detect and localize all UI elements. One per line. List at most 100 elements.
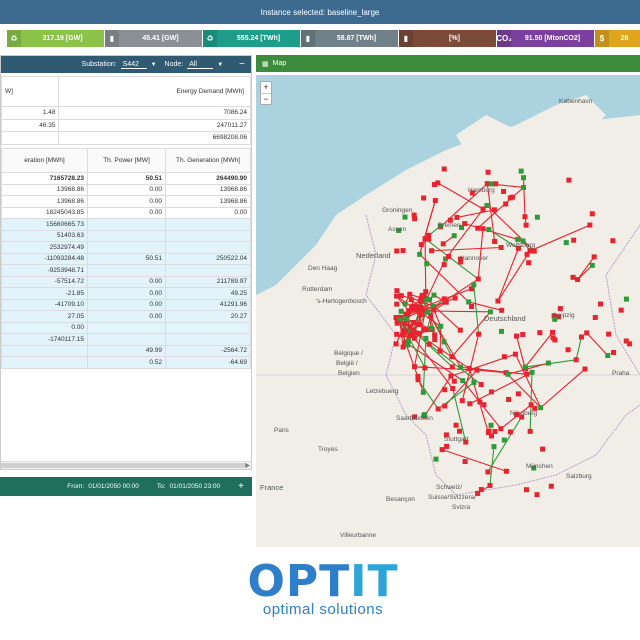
substation-node[interactable] xyxy=(448,373,454,379)
substation-node[interactable] xyxy=(537,330,543,336)
substation-node[interactable] xyxy=(591,254,597,260)
substation-node[interactable] xyxy=(438,323,444,329)
substation-node[interactable] xyxy=(408,332,414,338)
substation-node[interactable] xyxy=(446,253,452,259)
substation-node[interactable] xyxy=(440,241,446,247)
table-row[interactable]: 2532974.49 xyxy=(1,241,251,254)
substation-node[interactable] xyxy=(442,387,448,393)
substation-node[interactable] xyxy=(475,225,481,231)
substation-node[interactable] xyxy=(548,483,554,489)
substation-node[interactable] xyxy=(566,177,572,183)
substation-node[interactable] xyxy=(415,377,421,383)
substation-node[interactable] xyxy=(492,429,498,435)
substation-node[interactable] xyxy=(505,371,511,377)
substation-node[interactable] xyxy=(417,298,423,304)
substation-node[interactable] xyxy=(485,469,491,475)
substation-node[interactable] xyxy=(610,238,616,244)
substation-node[interactable] xyxy=(402,214,408,220)
substation-node[interactable] xyxy=(420,307,426,313)
substation-node[interactable] xyxy=(571,237,577,243)
substation-node[interactable] xyxy=(417,251,423,257)
substation-node[interactable] xyxy=(522,364,528,370)
substation-node[interactable] xyxy=(623,338,629,344)
substation-node[interactable] xyxy=(606,331,612,337)
substation-node[interactable] xyxy=(557,306,563,312)
substation-node[interactable] xyxy=(398,308,404,314)
substation-node[interactable] xyxy=(428,325,434,331)
substation-node[interactable] xyxy=(521,175,527,181)
substation-node[interactable] xyxy=(550,329,556,335)
substation-node[interactable] xyxy=(393,341,399,347)
node-select[interactable]: All xyxy=(187,61,214,69)
substation-node[interactable] xyxy=(474,367,480,373)
substation-node[interactable] xyxy=(427,297,433,303)
substation-select[interactable]: S442 xyxy=(120,61,147,69)
substation-node[interactable] xyxy=(402,301,408,307)
table-row[interactable]: 0.52 -64.69 xyxy=(1,356,251,369)
substation-node[interactable] xyxy=(518,168,524,174)
substation-node[interactable] xyxy=(491,444,497,450)
substation-node[interactable] xyxy=(570,274,576,280)
substation-node[interactable] xyxy=(421,195,427,201)
substation-node[interactable] xyxy=(457,327,463,333)
substation-node[interactable] xyxy=(498,328,504,334)
substation-node[interactable] xyxy=(421,293,427,299)
substation-node[interactable] xyxy=(538,405,544,411)
substation-node[interactable] xyxy=(462,221,468,227)
substation-node[interactable] xyxy=(402,320,408,326)
substation-node[interactable] xyxy=(422,365,428,371)
substation-node[interactable] xyxy=(527,248,533,254)
substation-node[interactable] xyxy=(522,214,528,220)
substation-node[interactable] xyxy=(422,236,428,242)
substation-node[interactable] xyxy=(449,364,455,370)
table-row[interactable]: 0.00 xyxy=(1,321,251,334)
substation-node[interactable] xyxy=(529,369,535,375)
substation-node[interactable] xyxy=(534,214,540,220)
substation-node[interactable] xyxy=(480,226,486,232)
chevron-down-icon[interactable]: ▼ xyxy=(151,62,157,68)
substation-node[interactable] xyxy=(526,260,532,266)
column-header[interactable]: Th. Generation [MWh] xyxy=(165,148,251,173)
column-header[interactable]: Th. Power [MW] xyxy=(87,148,166,173)
substation-node[interactable] xyxy=(592,314,598,320)
table-row[interactable]: -21.85 0.00 49.25 xyxy=(1,287,251,300)
table-row[interactable]: 51403.63 xyxy=(1,229,251,242)
substation-node[interactable] xyxy=(598,301,604,307)
substation-node[interactable] xyxy=(480,206,486,212)
substation-node[interactable] xyxy=(471,282,477,288)
substation-node[interactable] xyxy=(527,428,533,434)
substation-node[interactable] xyxy=(462,459,468,465)
substation-node[interactable] xyxy=(475,276,481,282)
substation-node[interactable] xyxy=(460,378,466,384)
substation-node[interactable] xyxy=(493,181,499,187)
substation-node[interactable] xyxy=(424,261,430,267)
substation-node[interactable] xyxy=(431,307,437,313)
substation-node[interactable] xyxy=(407,324,413,330)
substation-node[interactable] xyxy=(485,169,491,175)
substation-node[interactable] xyxy=(420,389,426,395)
substation-node[interactable] xyxy=(498,244,504,250)
column-header[interactable]: Energy Demand [MWh] xyxy=(58,76,251,107)
substation-node[interactable] xyxy=(501,354,507,360)
substation-node[interactable] xyxy=(540,446,546,452)
substation-node[interactable] xyxy=(524,371,530,377)
substation-node[interactable] xyxy=(416,322,422,328)
substation-node[interactable] xyxy=(421,327,427,333)
substation-node[interactable] xyxy=(418,312,424,318)
substation-node[interactable] xyxy=(477,399,483,405)
substation-node[interactable] xyxy=(487,482,493,488)
substation-node[interactable] xyxy=(503,201,509,207)
substation-node[interactable] xyxy=(444,443,450,449)
minimize-icon[interactable]: − xyxy=(239,59,245,70)
substation-node[interactable] xyxy=(589,262,595,268)
substation-node[interactable] xyxy=(467,401,473,407)
substation-node[interactable] xyxy=(506,396,512,402)
substation-node[interactable] xyxy=(509,194,515,200)
substation-node[interactable] xyxy=(499,307,505,313)
substation-node[interactable] xyxy=(432,198,438,204)
substation-node[interactable] xyxy=(605,353,611,359)
substation-node[interactable] xyxy=(466,366,472,372)
substation-node[interactable] xyxy=(589,211,595,217)
table-row[interactable]: 49.99 -2564.72 xyxy=(1,344,251,357)
substation-node[interactable] xyxy=(406,308,412,314)
